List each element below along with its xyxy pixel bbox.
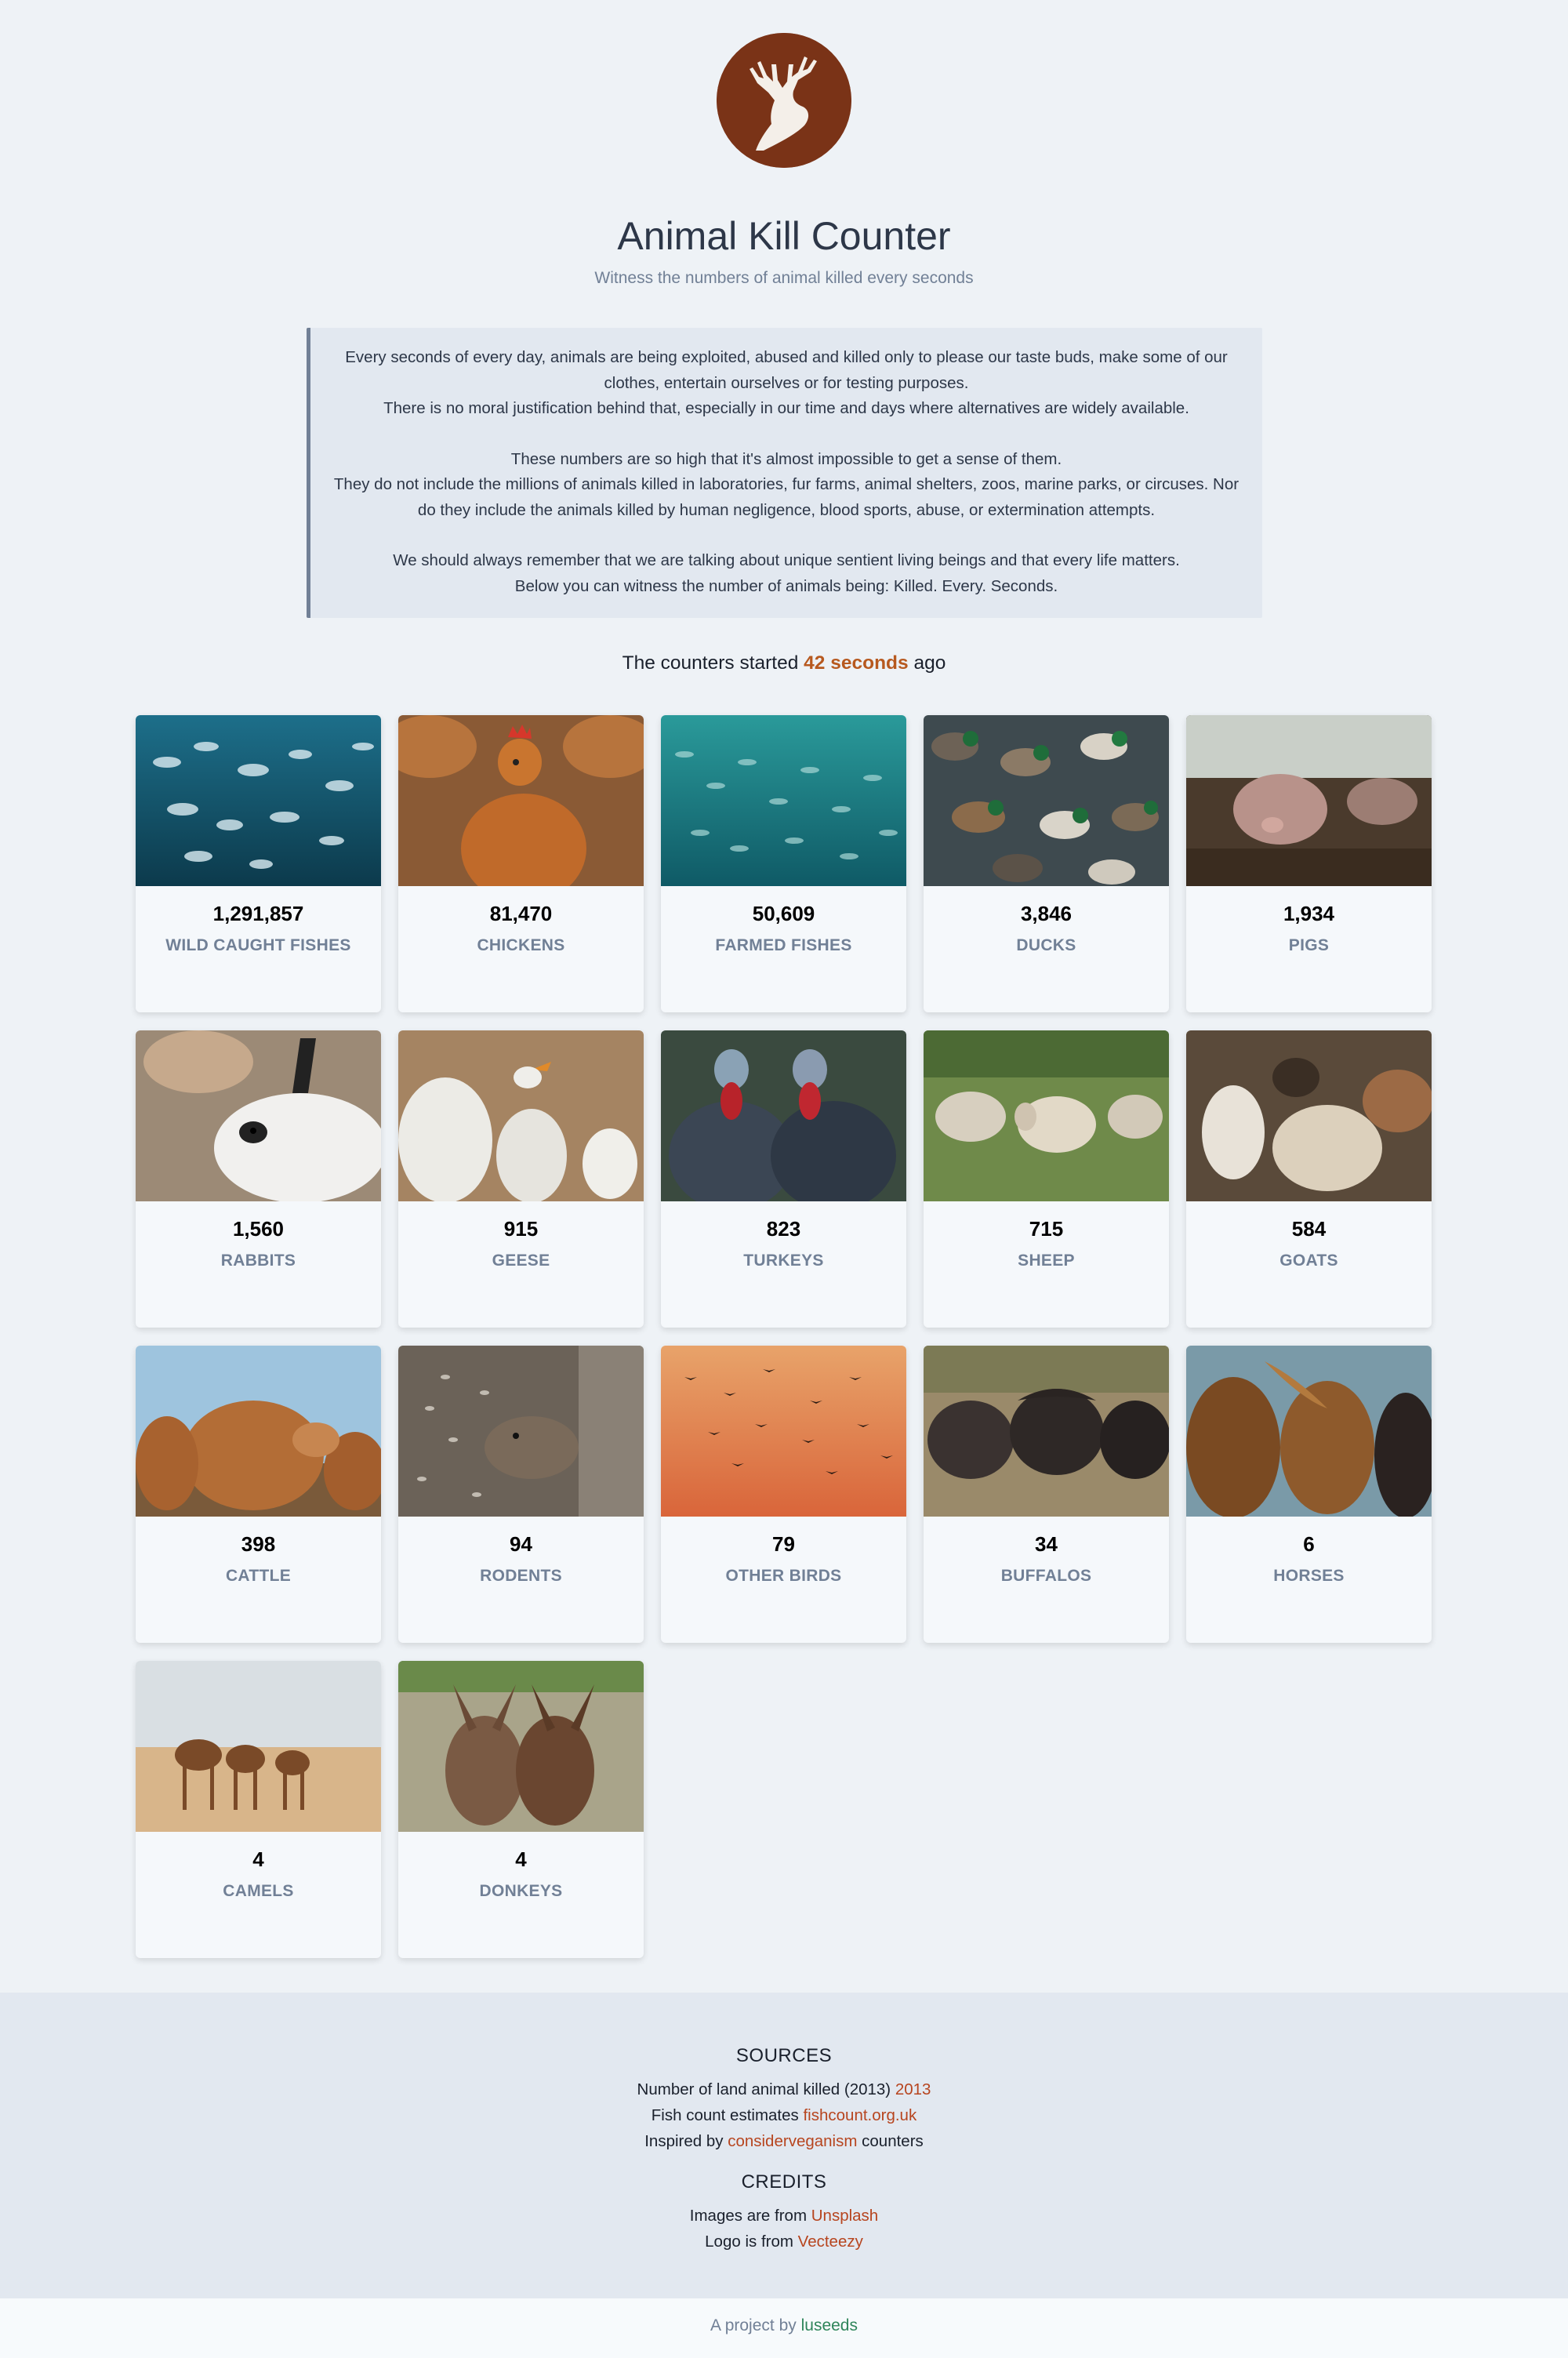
turkey-photo bbox=[661, 1030, 906, 1201]
kill-count: 823 bbox=[766, 1217, 801, 1241]
ducks-photo bbox=[924, 715, 1169, 886]
source-2013-link[interactable]: 2013 bbox=[895, 2080, 931, 2098]
bottom-bar: A project by luseeds bbox=[0, 2298, 1568, 2358]
kill-count: 3,846 bbox=[1020, 902, 1073, 925]
intro-paragraph: There is no moral justification behind t… bbox=[383, 399, 1189, 417]
animal-label: CAMELS bbox=[223, 1882, 294, 1900]
camels-photo bbox=[136, 1661, 381, 1832]
sources-heading: SOURCES bbox=[735, 2045, 833, 2066]
fishcount-link[interactable]: fishcount.org.uk bbox=[803, 2106, 916, 2124]
animal-label: GOATS bbox=[1279, 1252, 1338, 1270]
source-line: Number of land animal killed (2013) 2013 bbox=[637, 2080, 931, 2098]
animal-card-turkeys: 823 TURKEYS bbox=[661, 1030, 906, 1328]
animal-card-farmed-fishes: 50,609 FARMED FISHES bbox=[661, 715, 906, 1012]
kill-count: 1,934 bbox=[1283, 902, 1335, 925]
geese-photo bbox=[398, 1030, 644, 1201]
goats-photo bbox=[1186, 1030, 1432, 1201]
counter-started-text: The counters started 42 seconds ago bbox=[0, 652, 1568, 674]
animal-card-horses: 6 HORSES bbox=[1186, 1346, 1432, 1643]
rabbit-photo bbox=[136, 1030, 381, 1201]
source-line: Fish count estimates fishcount.org.uk bbox=[651, 2106, 917, 2124]
animal-card-wild-caught-fishes: 1,291,857 WILD CAUGHT FISHES bbox=[136, 715, 381, 1012]
animal-label: FARMED FISHES bbox=[715, 936, 852, 954]
intro-blockquote: Every seconds of every day, animals are … bbox=[307, 328, 1262, 618]
animal-card-ducks: 3,846 DUCKS bbox=[924, 715, 1169, 1012]
kill-count: 4 bbox=[252, 1848, 264, 1871]
horses-photo bbox=[1186, 1346, 1432, 1517]
kill-count: 6 bbox=[1303, 1532, 1315, 1556]
intro-paragraph: We should always remember that we are ta… bbox=[393, 551, 1180, 569]
intro-paragraph: They do not include the millions of anim… bbox=[333, 475, 1240, 519]
animal-label: DUCKS bbox=[1016, 936, 1076, 954]
fish-farm-photo bbox=[661, 715, 906, 886]
animal-label: HORSES bbox=[1273, 1567, 1345, 1585]
animal-card-rabbits: 1,560 RABBITS bbox=[136, 1030, 381, 1328]
intro-paragraph: Below you can witness the number of anim… bbox=[514, 576, 1058, 595]
animal-card-sheep: 715 SHEEP bbox=[924, 1030, 1169, 1328]
animal-card-geese: 915 GEESE bbox=[398, 1030, 644, 1328]
animal-card-buffalos: 34 BUFFALOS bbox=[924, 1346, 1169, 1643]
animal-card-camels: 4 CAMELS bbox=[136, 1661, 381, 1958]
pig-photo bbox=[1186, 715, 1432, 886]
counter-suffix: ago bbox=[913, 652, 946, 674]
author-link[interactable]: luseeds bbox=[801, 2316, 858, 2334]
animal-card-pigs: 1,934 PIGS bbox=[1186, 715, 1432, 1012]
kill-count: 50,609 bbox=[752, 902, 815, 925]
animal-card-donkeys: 4 DONKEYS bbox=[398, 1661, 644, 1958]
credits-heading: CREDITS bbox=[741, 2171, 827, 2193]
fish-school-photo bbox=[136, 715, 381, 886]
footer: SOURCES Number of land animal killed (20… bbox=[0, 1993, 1568, 2298]
kill-count: 79 bbox=[772, 1532, 795, 1556]
kill-count: 398 bbox=[241, 1532, 276, 1556]
animal-card-chickens: 81,470 CHICKENS bbox=[398, 715, 644, 1012]
animal-label: CATTLE bbox=[225, 1567, 292, 1585]
kill-count: 915 bbox=[503, 1217, 539, 1241]
kill-count: 584 bbox=[1291, 1217, 1327, 1241]
animal-label: TURKEYS bbox=[743, 1252, 824, 1270]
kill-count: 715 bbox=[1029, 1217, 1064, 1241]
animal-card-cattle: 398 CATTLE bbox=[136, 1346, 381, 1643]
animal-label: RABBITS bbox=[220, 1252, 296, 1270]
unsplash-link[interactable]: Unsplash bbox=[811, 2207, 878, 2225]
animal-card-other-birds: 79 OTHER BIRDS bbox=[661, 1346, 906, 1643]
animal-card-goats: 584 GOATS bbox=[1186, 1030, 1432, 1328]
deer-head-logo-icon[interactable] bbox=[717, 33, 851, 168]
credit-line: Logo is from Vecteezy bbox=[705, 2233, 863, 2251]
rodent-photo bbox=[398, 1346, 644, 1517]
kill-count: 4 bbox=[515, 1848, 527, 1871]
kill-count: 1,560 bbox=[232, 1217, 285, 1241]
cattle-photo bbox=[136, 1346, 381, 1517]
animal-label: GEESE bbox=[492, 1252, 550, 1270]
vecteezy-link[interactable]: Vecteezy bbox=[798, 2233, 863, 2251]
counter-seconds: 42 seconds bbox=[804, 652, 909, 674]
page-title: Animal Kill Counter bbox=[617, 214, 951, 258]
intro-paragraph: Every seconds of every day, animals are … bbox=[345, 348, 1228, 392]
animal-card-rodents: 94 RODENTS bbox=[398, 1346, 644, 1643]
sheep-photo bbox=[924, 1030, 1169, 1201]
project-credit-text: A project by bbox=[710, 2316, 797, 2334]
source-line: Inspired by considerveganism counters bbox=[644, 2132, 924, 2150]
kill-count: 81,470 bbox=[489, 902, 553, 925]
animal-label: DONKEYS bbox=[479, 1882, 563, 1900]
page-subtitle: Witness the numbers of animal killed eve… bbox=[594, 269, 974, 287]
animal-label: PIGS bbox=[1288, 936, 1330, 954]
intro-paragraph: These numbers are so high that it's almo… bbox=[510, 449, 1062, 468]
counter-prefix: The counters started bbox=[622, 652, 799, 674]
kill-count: 34 bbox=[1035, 1532, 1058, 1556]
page-header: Animal Kill Counter Witness the numbers … bbox=[0, 0, 1568, 674]
animal-label: CHICKENS bbox=[477, 936, 565, 954]
animal-label: OTHER BIRDS bbox=[725, 1567, 842, 1585]
considerveganism-link[interactable]: considerveganism bbox=[728, 2132, 857, 2150]
credit-line: Images are from Unsplash bbox=[689, 2207, 879, 2225]
animal-label: BUFFALOS bbox=[1000, 1567, 1092, 1585]
donkeys-photo bbox=[398, 1661, 644, 1832]
kill-count: 1,291,857 bbox=[212, 902, 304, 925]
birds-sunset-photo bbox=[661, 1346, 906, 1517]
kill-count: 94 bbox=[510, 1532, 532, 1556]
animal-label: SHEEP bbox=[1018, 1252, 1075, 1270]
buffalo-photo bbox=[924, 1346, 1169, 1517]
animal-label: RODENTS bbox=[480, 1567, 562, 1585]
chicken-photo bbox=[398, 715, 644, 886]
animal-label: WILD CAUGHT FISHES bbox=[165, 936, 351, 954]
